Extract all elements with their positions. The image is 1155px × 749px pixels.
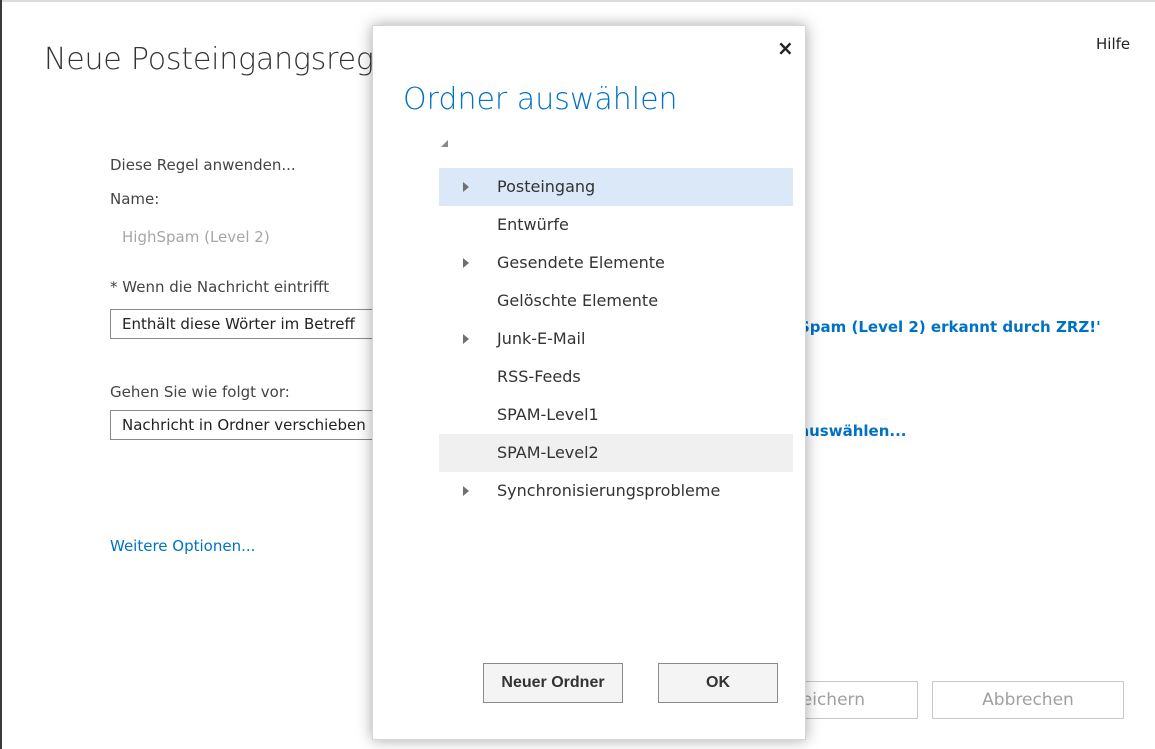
help-link[interactable]: Hilfe [1096, 35, 1130, 53]
condition-words-link[interactable]: Spam (Level 2) erkannt durch ZRZ!' [799, 318, 1101, 336]
more-options-link[interactable]: Weitere Optionen... [110, 537, 255, 555]
folder-item-entwuerfe[interactable]: Entwürfe [439, 206, 793, 244]
cancel-button[interactable]: Abbrechen [932, 681, 1124, 719]
name-label: Name: [110, 190, 160, 208]
folder-label: RSS-Feeds [497, 367, 581, 386]
expand-arrow-icon[interactable] [463, 182, 469, 192]
apply-rule-label: Diese Regel anwenden... [110, 156, 296, 174]
select-folder-link[interactable]: auswählen... [799, 422, 906, 440]
action-label: Gehen Sie wie folgt vor: [110, 383, 290, 401]
folder-label: Synchronisierungsprobleme [497, 481, 721, 500]
window-top-border [0, 0, 1155, 2]
folder-label: Posteingang [497, 177, 596, 196]
folder-label: Junk-E-Mail [497, 329, 586, 348]
tree-root-collapse-icon[interactable] [441, 140, 448, 147]
folder-item-rss-feeds[interactable]: RSS-Feeds [439, 358, 793, 396]
expand-arrow-icon[interactable] [463, 486, 469, 496]
folder-item-spam-level1[interactable]: SPAM-Level1 [439, 396, 793, 434]
ok-button[interactable]: OK [658, 663, 778, 703]
dialog-title: Ordner auswählen [403, 82, 678, 117]
folder-item-geloeschte-elemente[interactable]: Gelöschte Elemente [439, 282, 793, 320]
folder-label: Gelöschte Elemente [497, 291, 659, 310]
folder-item-spam-level2[interactable]: SPAM-Level2 [439, 434, 793, 472]
folder-item-posteingang[interactable]: Posteingang [439, 168, 793, 206]
new-folder-button[interactable]: Neuer Ordner [483, 663, 623, 703]
name-field[interactable]: HighSpam (Level 2) [122, 228, 270, 246]
folder-label: SPAM-Level1 [497, 405, 599, 424]
folder-label: Gesendete Elemente [497, 253, 665, 272]
folder-label: Entwürfe [497, 215, 569, 234]
folder-item-gesendete-elemente[interactable]: Gesendete Elemente [439, 244, 793, 282]
folder-label: SPAM-Level2 [497, 443, 599, 462]
page-title: Neue Posteingangsregel [44, 42, 401, 77]
expand-arrow-icon[interactable] [463, 258, 469, 268]
condition-label: * Wenn die Nachricht eintrifft [110, 278, 330, 296]
folder-item-synchronisierungsprobleme[interactable]: Synchronisierungsprobleme [439, 472, 793, 510]
window-left-border [0, 0, 2, 749]
close-icon[interactable]: × [777, 36, 794, 60]
folder-tree: Posteingang Entwürfe Gesendete Elemente … [439, 168, 793, 510]
folder-item-junk-e-mail[interactable]: Junk-E-Mail [439, 320, 793, 358]
select-folder-dialog: × Ordner auswählen Posteingang Entwürfe … [372, 25, 806, 740]
expand-arrow-icon[interactable] [463, 334, 469, 344]
